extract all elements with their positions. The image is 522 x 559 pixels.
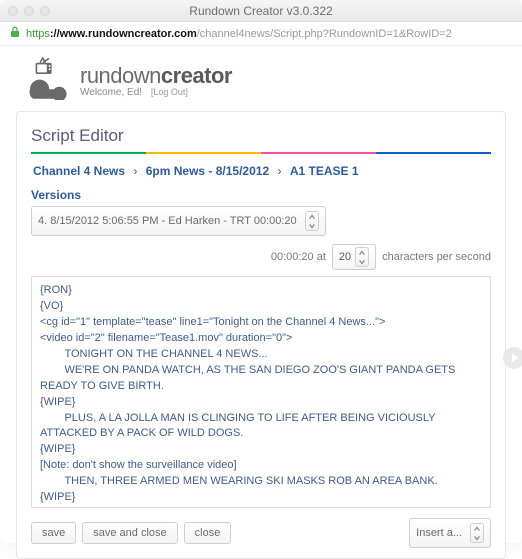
trt-time: 00:00:20 at [271, 251, 326, 263]
brand-text: rundowncreator Welcome, Ed! [Log Out] [80, 63, 232, 98]
brand-logo-icon [22, 56, 70, 105]
versions-select[interactable]: 4. 8/15/2012 5:06:55 PM - Ed Harken - TR… [31, 206, 326, 236]
url-text: https://www.rundowncreator.com/channel4n… [26, 28, 452, 40]
trt-row: 00:00:20 at 20 characters per second [31, 244, 491, 270]
editor-footer: save save and close close Insert a... [31, 518, 491, 548]
page-title: Script Editor [31, 126, 491, 146]
cps-value: 20 [339, 251, 351, 263]
versions-selected: 4. 8/15/2012 5:06:55 PM - Ed Harken - TR… [38, 215, 297, 227]
breadcrumb-rundown[interactable]: Channel 4 News [33, 164, 125, 178]
breadcrumb-row[interactable]: A1 TEASE 1 [290, 164, 359, 178]
divider-rainbow [31, 152, 491, 154]
welcome-message: Welcome, Ed! [80, 87, 142, 98]
editor-card: Script Editor Channel 4 News › 6pm News … [16, 111, 506, 559]
insert-label: Insert a... [416, 527, 462, 539]
app-window: Rundown Creator v3.0.322 https://www.run… [0, 0, 522, 543]
brand-name: rundowncreator [80, 63, 232, 89]
cps-stepper[interactable]: 20 [332, 244, 376, 270]
brand-name-thin: rundown [80, 63, 161, 88]
url-scheme: https [26, 28, 50, 40]
close-button[interactable]: close [184, 522, 232, 544]
versions-select-wrap: 4. 8/15/2012 5:06:55 PM - Ed Harken - TR… [31, 206, 326, 236]
insert-select[interactable]: Insert a... [409, 518, 491, 548]
stepper-icon [470, 523, 484, 543]
save-and-close-button[interactable]: save and close [82, 522, 177, 544]
titlebar: Rundown Creator v3.0.322 [0, 0, 522, 22]
url-host: ://www.rundowncreator.com [50, 28, 197, 40]
breadcrumb: Channel 4 News › 6pm News - 8/15/2012 › … [31, 164, 491, 178]
stepper-icon [355, 247, 369, 267]
brand-name-bold: creator [161, 63, 232, 88]
next-arrow-icon[interactable] [502, 346, 522, 370]
footer-left-buttons: save save and close close [31, 522, 231, 544]
breadcrumb-show[interactable]: 6pm News - 8/15/2012 [146, 164, 269, 178]
script-textarea[interactable]: {RON} {VO} <cg id="1" template="tease" l… [31, 276, 491, 508]
brand-header: rundowncreator Welcome, Ed! [Log Out] [22, 56, 506, 105]
lock-icon [10, 26, 20, 41]
versions-label: Versions [31, 188, 491, 202]
address-bar[interactable]: https://www.rundowncreator.com/channel4n… [0, 22, 522, 46]
welcome-text: Welcome, Ed! [Log Out] [80, 87, 232, 98]
window-title: Rundown Creator v3.0.322 [0, 4, 522, 18]
page-content: rundowncreator Welcome, Ed! [Log Out] Sc… [0, 46, 522, 543]
cps-suffix: characters per second [382, 251, 491, 263]
logout-link[interactable]: [Log Out] [151, 87, 188, 97]
save-button[interactable]: save [31, 522, 76, 544]
url-path: /channel4news/Script.php?RundownID=1&Row… [197, 28, 452, 40]
stepper-icon[interactable] [305, 211, 319, 231]
